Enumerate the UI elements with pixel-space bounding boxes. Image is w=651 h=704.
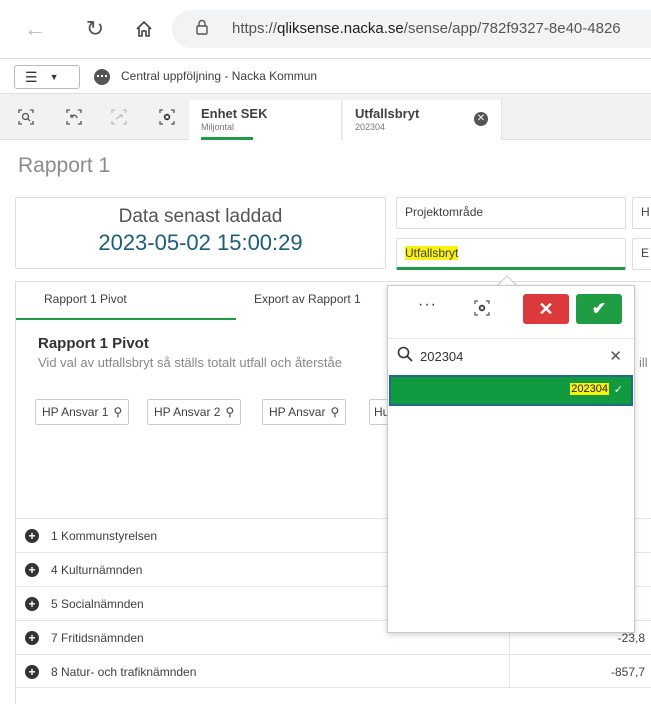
kpi-value: 2023-05-02 15:00:29 bbox=[98, 230, 303, 255]
hamburger-icon: ☰ bbox=[25, 68, 38, 85]
dimension-label: HP Ansvar 1 bbox=[42, 405, 109, 419]
list-item[interactable]: 202304 ✓ bbox=[389, 375, 633, 406]
lock-icon bbox=[196, 19, 208, 40]
expand-icon[interactable]: + bbox=[25, 563, 39, 577]
active-tab-indicator bbox=[16, 318, 236, 320]
more-options-icon[interactable]: ··· bbox=[418, 296, 437, 314]
home-icon[interactable] bbox=[131, 16, 157, 42]
kpi-data-loaded: Data senast laddad 2023-05-02 15:00:29 bbox=[15, 197, 386, 269]
dimension-search-hp-ansvar[interactable]: HP Ansvar ⚲ bbox=[262, 399, 347, 425]
pivot-subtitle: Vid val av utfallsbryt så ställs totalt … bbox=[38, 355, 342, 370]
dimension-search-hp-ansvar-1[interactable]: HP Ansvar 1 ⚲ bbox=[35, 399, 130, 425]
row-label: 5 Socialnämnden bbox=[51, 597, 144, 611]
smart-search-icon[interactable] bbox=[17, 108, 35, 126]
close-icon: ✕ bbox=[538, 298, 554, 319]
back-arrow-icon[interactable]: ← bbox=[22, 16, 48, 42]
search-icon: ⚲ bbox=[225, 405, 235, 419]
filter-pane-label: Projektområde bbox=[405, 205, 484, 219]
filter-pane-label: Utfallsbryt bbox=[405, 246, 459, 260]
app-title: Central uppföljning - Nacka Kommun bbox=[121, 69, 318, 83]
selection-chip-title: Enhet SEK bbox=[201, 106, 268, 121]
selection-chip-value: Miljontal bbox=[201, 122, 235, 132]
check-icon: ✓ bbox=[613, 384, 623, 396]
selection-chip-enhet-sek[interactable]: Enhet SEK Miljontal bbox=[189, 100, 342, 140]
clear-search-icon[interactable]: ✕ bbox=[609, 347, 622, 365]
selection-state-bar bbox=[201, 137, 253, 140]
row-label: 4 Kulturnämnden bbox=[51, 563, 143, 577]
row-value: -23,8 bbox=[617, 631, 645, 645]
search-input[interactable] bbox=[420, 345, 600, 367]
pivot-title: Rapport 1 Pivot bbox=[38, 335, 149, 352]
search-icon: ⚲ bbox=[113, 405, 123, 419]
search-icon: ⚲ bbox=[330, 405, 340, 419]
pivot-subtitle-tail: ill c bbox=[639, 355, 651, 370]
confirm-selection-button[interactable]: ✔ bbox=[576, 294, 622, 324]
tab-export-av-rapport-1[interactable]: Export av Rapport 1 bbox=[254, 292, 361, 306]
clear-all-selections-icon[interactable] bbox=[158, 108, 176, 126]
dimension-search-hu[interactable]: Hu bbox=[369, 399, 389, 425]
dimension-search-hp-ansvar-2[interactable]: HP Ansvar 2 ⚲ bbox=[147, 399, 242, 425]
tab-rapport-1-pivot[interactable]: Rapport 1 Pivot bbox=[44, 292, 127, 306]
row-value: -857,7 bbox=[610, 665, 645, 679]
expand-icon[interactable]: + bbox=[25, 529, 39, 543]
clear-selection-icon[interactable] bbox=[474, 300, 490, 319]
cancel-selection-button[interactable]: ✕ bbox=[523, 294, 569, 324]
check-icon: ✔ bbox=[591, 299, 607, 318]
app-header: ☰ ▼ Central uppföljning - Nacka Kommun bbox=[0, 58, 651, 94]
filter-pane-label: H bbox=[641, 205, 650, 219]
clear-selection-icon[interactable]: ✕ bbox=[474, 112, 488, 126]
table-row[interactable]: + 8 Natur- och trafiknämnden -857,7 bbox=[16, 654, 651, 688]
selection-chip-title: Utfallsbryt bbox=[355, 106, 420, 121]
expand-icon[interactable]: + bbox=[25, 631, 39, 645]
list-item-label: 202304 bbox=[570, 383, 609, 395]
selection-chip-value: 202304 bbox=[355, 122, 386, 132]
listbox-popover: ··· ✕ ✔ ✕ 202304 ✓ bbox=[387, 285, 635, 633]
filter-pane-projektomrade[interactable]: Projektområde bbox=[396, 197, 626, 229]
expand-icon[interactable]: + bbox=[25, 597, 39, 611]
step-forward-icon[interactable] bbox=[110, 108, 128, 126]
expand-icon[interactable]: + bbox=[25, 665, 39, 679]
row-label: 1 Kommunstyrelsen bbox=[51, 529, 158, 543]
row-label: 8 Natur- och trafiknämnden bbox=[51, 665, 197, 679]
chevron-down-icon: ▼ bbox=[49, 72, 59, 82]
filter-pane-right-1[interactable]: H bbox=[632, 197, 651, 229]
dimension-label: HP Ansvar 2 bbox=[154, 405, 221, 419]
page-title: Rapport 1 bbox=[18, 154, 111, 177]
reload-icon[interactable]: ↻ bbox=[82, 16, 108, 42]
address-bar[interactable]: https://qliksense.nacka.se/sense/app/782… bbox=[172, 10, 651, 48]
kpi-label: Data senast laddad bbox=[118, 206, 283, 227]
selections-bar: Enhet SEK Miljontal Utfallsbryt 202304 ✕ bbox=[0, 94, 651, 140]
filter-pane-utfallsbryt[interactable]: Utfallsbryt bbox=[396, 238, 626, 270]
filter-pane-label: E bbox=[641, 246, 650, 260]
main-menu-button[interactable]: ☰ ▼ bbox=[14, 65, 80, 89]
step-back-icon[interactable] bbox=[65, 108, 83, 126]
row-label: 7 Fritidsnämnden bbox=[51, 631, 144, 645]
browser-toolbar: ← ↻ https://qliksense.nacka.se/sense/app… bbox=[0, 0, 651, 58]
dimension-label: HP Ansvar bbox=[269, 405, 326, 419]
filter-pane-right-2[interactable]: E bbox=[632, 238, 651, 270]
selection-chip-utfallsbryt[interactable]: Utfallsbryt 202304 ✕ bbox=[343, 100, 502, 140]
url-text: https://qliksense.nacka.se/sense/app/782… bbox=[232, 20, 621, 37]
search-icon bbox=[397, 346, 413, 367]
app-icon bbox=[94, 69, 110, 85]
listbox-search: ✕ bbox=[388, 338, 634, 374]
